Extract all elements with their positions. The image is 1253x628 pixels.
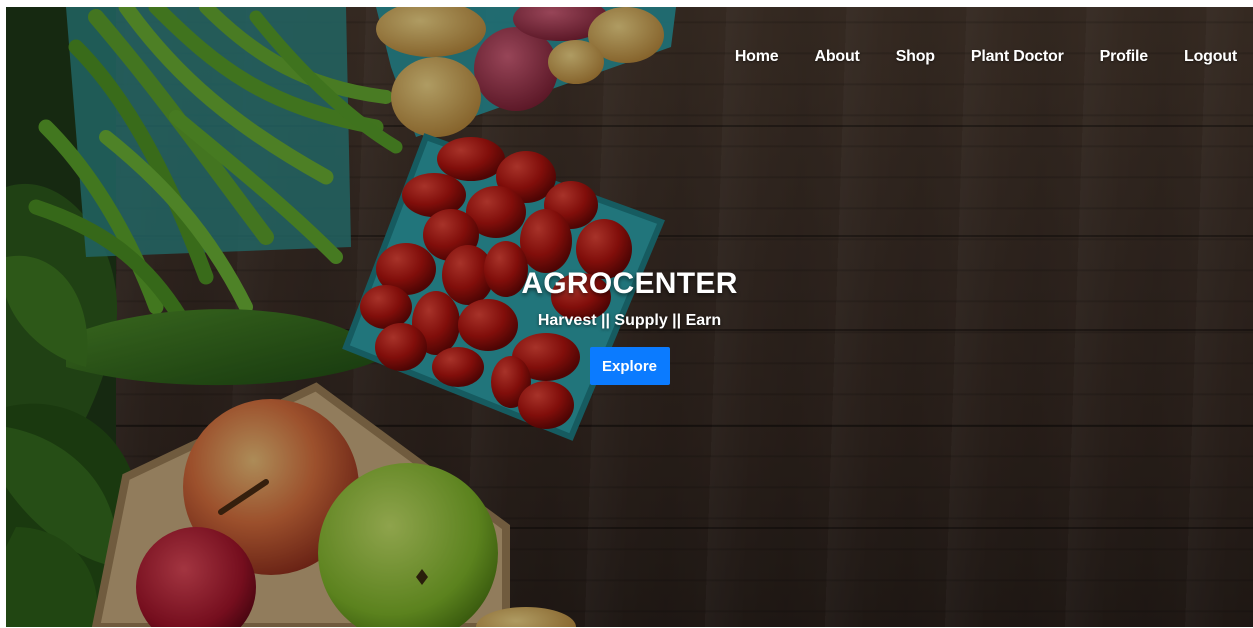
nav-link-profile[interactable]: Profile <box>1100 48 1149 66</box>
nav-link-home[interactable]: Home <box>735 48 779 66</box>
nav-link-plant-doctor[interactable]: Plant Doctor <box>971 48 1064 66</box>
nav-link-logout[interactable]: Logout <box>1184 48 1237 66</box>
explore-button[interactable]: Explore <box>589 347 670 385</box>
nav-link-shop[interactable]: Shop <box>896 48 935 66</box>
hero-content: AGROCENTER Harvest || Supply || Earn Exp… <box>6 263 1253 385</box>
hero-section: Home About Shop Plant Doctor Profile Log… <box>6 7 1253 627</box>
nav-link-about[interactable]: About <box>814 48 859 66</box>
top-navigation: Home About Shop Plant Doctor Profile Log… <box>699 40 1253 74</box>
site-tagline: Harvest || Supply || Earn <box>537 312 722 329</box>
site-title: AGROCENTER <box>521 267 738 300</box>
